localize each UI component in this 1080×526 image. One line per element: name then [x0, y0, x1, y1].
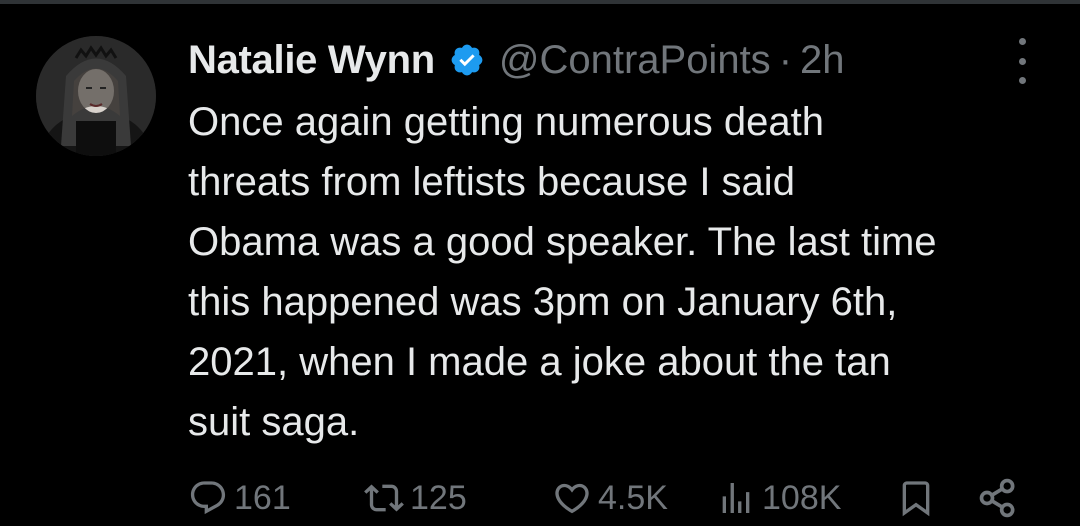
display-name[interactable]: Natalie Wynn: [188, 38, 435, 83]
heart-icon: [555, 483, 589, 514]
reply-icon: [190, 481, 226, 515]
share-button[interactable]: [976, 476, 1020, 520]
retweet-icon: [364, 484, 404, 512]
tweet-text-line: Obama was a good speaker. The last time: [188, 220, 937, 264]
views-count: 108K: [762, 478, 842, 517]
tweet-text-line: 2021, when I made a joke about the tan: [188, 340, 891, 384]
share-icon: [979, 478, 1015, 518]
like-count: 4.5K: [598, 478, 668, 517]
verified-badge-icon: [449, 42, 485, 78]
views-button[interactable]: 108K: [716, 476, 841, 520]
tweet-text: Once again getting numerous death threat…: [188, 92, 1058, 452]
tweet-text-line: threats from leftists because I said: [188, 160, 795, 204]
handle[interactable]: @ContraPoints: [499, 38, 771, 83]
more-options-icon[interactable]: [1004, 38, 1040, 84]
retweet-count: 125: [410, 478, 467, 517]
separator-dot: ·: [778, 37, 793, 82]
reply-button[interactable]: 161: [188, 476, 291, 520]
bookmark-button[interactable]: [896, 476, 936, 520]
tweet-text-line: this happened was 3pm on January 6th,: [188, 280, 898, 324]
retweet-button[interactable]: 125: [364, 476, 467, 520]
avatar[interactable]: [36, 36, 156, 156]
tweet-text-line: Once again getting numerous death: [188, 100, 824, 144]
action-bar: 161 125 4.5K 108K: [0, 470, 1080, 526]
timestamp[interactable]: 2h: [800, 38, 845, 83]
views-chart-icon: [722, 483, 750, 513]
tweet-text-line: suit saga.: [188, 400, 360, 444]
reply-count: 161: [234, 478, 291, 517]
like-button[interactable]: 4.5K: [552, 476, 668, 520]
tweet-header: Natalie Wynn @ContraPoints · 2h: [188, 32, 845, 88]
bookmark-icon: [902, 481, 930, 517]
avatar-image: [36, 36, 156, 156]
tweet-card[interactable]: Natalie Wynn @ContraPoints · 2h Once aga…: [0, 0, 1080, 526]
